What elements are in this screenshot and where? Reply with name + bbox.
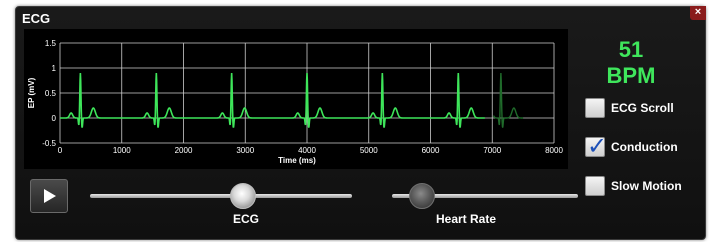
x-axis-label: Time (ms) [278,156,316,165]
bpm-readout: 51 BPM [591,37,671,89]
slow-motion-option[interactable]: Slow Motion [585,174,682,198]
ecg-trace [60,72,485,128]
ecg-trace-faded [492,73,524,128]
y-tick-label: -0.5 [42,139,56,148]
y-tick-label: 0 [52,114,57,123]
heart-rate-slider-thumb[interactable] [409,183,435,209]
ecg-chart: 0 1000 2000 3000 4000 5000 6000 7000 8000 1.5 1 0.5… [27,39,563,165]
bpm-unit: BPM [606,63,656,88]
slow-motion-label: Slow Motion [611,179,682,193]
slow-motion-checkbox[interactable] [585,176,605,196]
y-tick-label: 1.5 [45,39,57,48]
x-tick-label: 1000 [113,146,131,155]
x-tick-label: 0 [58,146,63,155]
ecg-plot-panel: 0 1000 2000 3000 4000 5000 6000 7000 8000 1.5 1 0.5… [24,29,568,169]
conduction-option[interactable]: ✓ Conduction [585,132,678,160]
ecg-scroll-option[interactable]: ECG Scroll [585,96,674,120]
ecg-slider-label: ECG [232,212,259,226]
y-tick-label: 0.5 [45,89,57,98]
x-tick-label: 8000 [545,146,563,155]
x-tick-label: 3000 [236,146,254,155]
x-tick-label: 2000 [175,146,193,155]
ecg-window: ECG × 0 1000 2000 3000 4000 5000 6000 7000 8000 1… [15,6,706,240]
play-button[interactable] [30,179,68,213]
ecg-scroll-checkbox[interactable] [585,98,605,118]
close-button[interactable]: × [690,6,706,20]
ecg-slider-track[interactable] [90,194,352,198]
x-tick-label: 7000 [483,146,501,155]
window-title: ECG [22,11,51,26]
ecg-scroll-label: ECG Scroll [611,101,674,115]
play-icon [44,189,56,203]
checkmark-icon: ✓ [587,132,608,160]
title-bar: ECG × [16,6,706,29]
heart-rate-slider-label: Heart Rate [435,212,497,226]
x-tick-label: 5000 [360,146,378,155]
bpm-value: 51 [618,37,644,62]
ecg-slider-thumb[interactable] [230,183,256,209]
y-axis-label: EP (mV) [27,77,36,108]
close-icon: × [694,6,702,18]
x-tick-label: 4000 [298,146,316,155]
y-tick-label: 1 [52,64,57,73]
x-tick-label: 6000 [422,146,440,155]
conduction-checkbox[interactable]: ✓ [585,132,607,160]
conduction-label: Conduction [611,140,678,154]
